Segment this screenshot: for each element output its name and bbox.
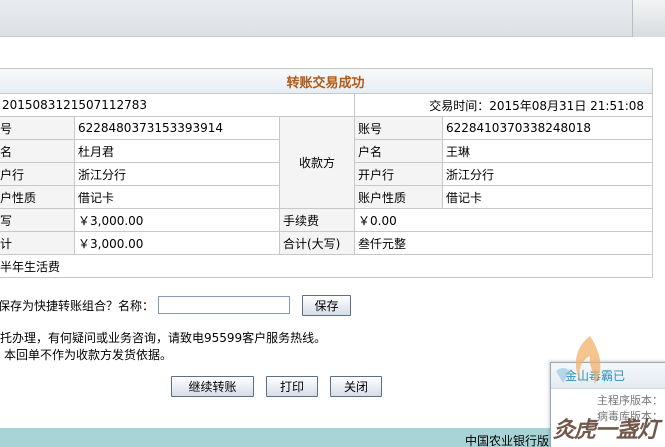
note-line-1: 托办理，有何疑问或业务咨询，请致电95599客户服务热线。: [0, 331, 327, 345]
payee-account-label: 账号: [354, 116, 443, 140]
payer-account-label: 账号: [0, 116, 75, 140]
payer-name-value: 杜月君: [74, 139, 280, 163]
watermark-signature: 灸虎一盏灯: [553, 417, 659, 443]
serial-number: 2015083121507112783: [0, 93, 355, 117]
continue-transfer-button[interactable]: 继续转账: [171, 376, 254, 397]
total-value: ￥3,000.00: [74, 231, 280, 255]
popup-line-1: 主程序版本：: [597, 394, 663, 407]
print-button[interactable]: 打印: [266, 376, 318, 397]
memo: 下半年生活费: [0, 254, 654, 278]
save-shortcut-row: 保存为快捷转账组合？名称： 保存: [0, 294, 352, 316]
total-label: 合计: [0, 231, 75, 255]
browser-tab-edge[interactable]: [632, 0, 665, 37]
payee-account-value: 6228410370338248018: [441, 116, 654, 140]
payee-name-value: 王琳: [441, 139, 654, 163]
trade-time-cell: 交易时间：2015年08月31日 21:51:08: [353, 93, 654, 117]
fee-label: 手续费: [279, 208, 355, 232]
payee-name-label: 户名: [354, 139, 443, 163]
save-prompt: 保存为快捷转账组合？名称：: [0, 298, 155, 313]
trade-time-value: 2015年08月31日 21:51:08: [489, 98, 645, 113]
payee-label: 收款方: [279, 116, 355, 209]
transfer-receipt-table: 转账交易成功 2015083121507112783 交易时间：2015年08月…: [0, 68, 654, 278]
payer-type-label: 账户性质: [0, 185, 75, 209]
browser-toolbar: [0, 0, 665, 37]
payer-bank-label: 开户行: [0, 162, 75, 186]
payee-bank-label: 开户行: [354, 162, 443, 186]
payer-name-label: 户名: [0, 139, 75, 163]
payer-bank-value: 浙江分行: [74, 162, 280, 186]
shortcut-name-input[interactable]: [158, 296, 291, 314]
fee-value: ￥0.00: [353, 208, 654, 232]
payee-type-value: 借记卡: [441, 185, 654, 209]
amount-label: 小写: [0, 208, 75, 232]
action-buttons: 继续转账 打印 关闭: [171, 376, 394, 397]
payee-bank-value: 浙江分行: [441, 162, 654, 186]
save-button[interactable]: 保存: [302, 294, 352, 316]
amount-value: ￥3,000.00: [74, 208, 280, 232]
notes: 托办理，有何疑问或业务咨询，请致电95599客户服务热线。 本回单不作为收款方发…: [0, 330, 326, 364]
footer-text: 中国农业银行版: [465, 434, 550, 447]
trade-time-label: 交易时间：: [429, 98, 490, 113]
flame-logo-icon: [575, 336, 601, 384]
total-upper-label: 合计(大写): [279, 231, 355, 255]
total-upper-value: 叁仟元整: [353, 231, 654, 255]
receipt-title: 转账交易成功: [0, 68, 654, 94]
payer-type-value: 借记卡: [74, 185, 280, 209]
close-button[interactable]: 关闭: [330, 376, 382, 397]
note-line-2: 本回单不作为收款方发货依据。: [4, 348, 173, 362]
payer-account-value: 6228480373153393914: [74, 116, 280, 140]
payee-type-label: 账户性质: [354, 185, 443, 209]
